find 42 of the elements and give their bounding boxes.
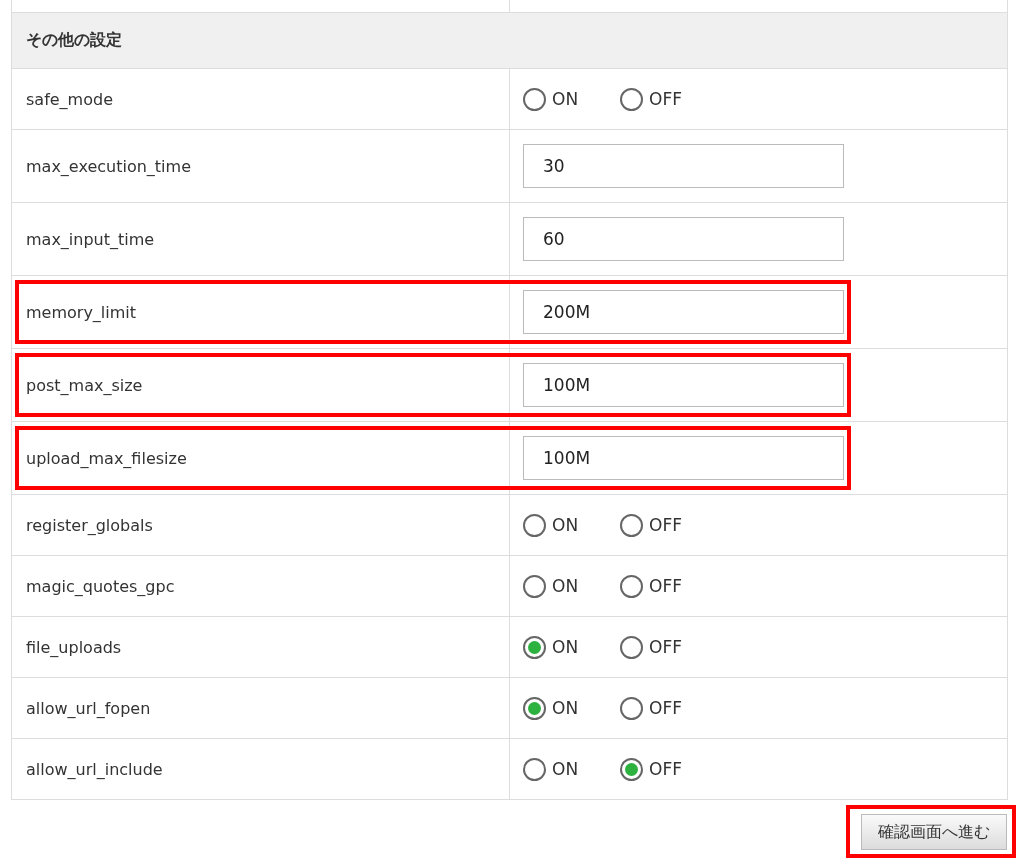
- radio-label: OFF: [649, 698, 682, 718]
- radio-button[interactable]: [523, 635, 546, 659]
- setting-label: magic_quotes_gpc: [26, 576, 175, 596]
- setting-label: file_uploads: [26, 637, 122, 657]
- setting-label: memory_limit: [26, 302, 137, 322]
- radio-button[interactable]: [523, 574, 546, 598]
- radio-label: OFF: [649, 89, 682, 109]
- radio-label: OFF: [649, 515, 682, 535]
- radio-label: ON: [552, 576, 579, 596]
- radio-label: ON: [552, 89, 579, 109]
- setting-label: upload_max_filesize: [26, 448, 187, 468]
- radio-button[interactable]: [523, 87, 546, 111]
- setting-label: safe_mode: [26, 89, 113, 109]
- input-field[interactable]: 100M: [523, 436, 844, 480]
- radio-button[interactable]: [523, 696, 546, 720]
- radio-button[interactable]: [523, 513, 546, 537]
- radio-label: ON: [552, 515, 579, 535]
- radio-button[interactable]: [620, 574, 643, 598]
- radio-label: OFF: [649, 759, 682, 779]
- setting-label: allow_url_include: [26, 759, 163, 779]
- setting-label: allow_url_fopen: [26, 698, 151, 718]
- setting-label: max_input_time: [26, 229, 155, 249]
- radio-label: ON: [552, 637, 579, 657]
- input-field[interactable]: 100M: [523, 363, 844, 407]
- setting-label: register_globals: [26, 515, 153, 535]
- radio-button[interactable]: [620, 513, 643, 537]
- setting-label: max_execution_time: [26, 156, 191, 176]
- setting-label: post_max_size: [26, 375, 143, 395]
- radio-button[interactable]: [620, 87, 643, 111]
- input-field[interactable]: 200M: [523, 290, 844, 334]
- radio-button[interactable]: [620, 635, 643, 659]
- radio-label: ON: [552, 759, 579, 779]
- radio-label: OFF: [649, 576, 682, 596]
- radio-button[interactable]: [523, 757, 546, 781]
- confirm-button[interactable]: 確認画面へ進む: [861, 814, 1007, 850]
- input-field[interactable]: 60: [523, 217, 844, 261]
- radio-label: OFF: [649, 637, 682, 657]
- radio-button[interactable]: [620, 696, 643, 720]
- radio-label: ON: [552, 698, 579, 718]
- radio-button[interactable]: [620, 757, 643, 781]
- input-field[interactable]: 30: [523, 144, 844, 188]
- section-title: その他の設定: [26, 30, 122, 51]
